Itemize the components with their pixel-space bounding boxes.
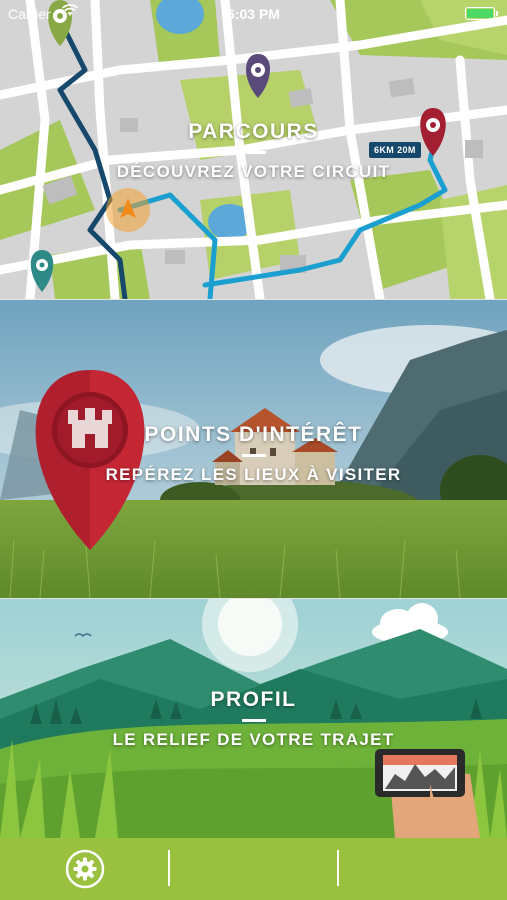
- clock: 6:03 PM: [227, 6, 280, 22]
- status-bar: Carrier 6:03 PM: [0, 0, 507, 28]
- battery-icon: [465, 7, 498, 20]
- tab-2[interactable]: [170, 838, 339, 900]
- tab-3[interactable]: [339, 838, 507, 900]
- landscape-photo: [0, 300, 507, 598]
- points-of-interest-panel[interactable]: POINTS D'INTÉRÊT REPÉREZ LES LIEUX À VIS…: [0, 300, 507, 598]
- relief-illustration: [0, 599, 507, 838]
- profil-panel[interactable]: PROFIL LE RELIEF DE VOTRE TRAJET: [0, 599, 507, 838]
- map-illustration: [0, 0, 507, 299]
- bottom-tab-bar: [0, 838, 507, 900]
- distance-badge: 6KM 20M: [369, 142, 421, 158]
- tab-settings[interactable]: [0, 838, 169, 900]
- parcours-panel[interactable]: 6KM 20M PARCOURS DÉCOUVREZ VOTRE CIRCUIT: [0, 0, 507, 299]
- gear-icon[interactable]: [65, 849, 105, 889]
